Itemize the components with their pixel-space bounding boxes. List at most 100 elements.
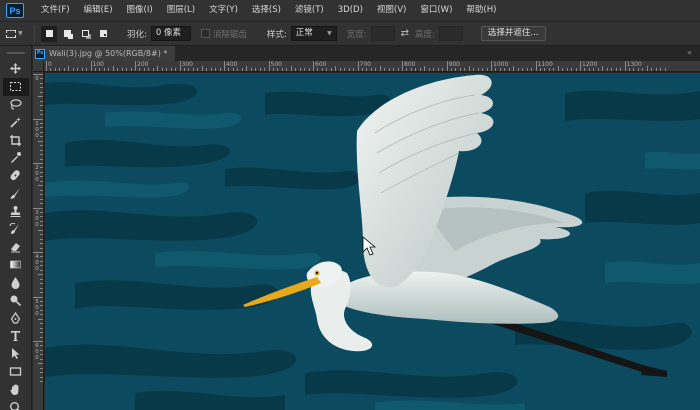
intersect-selection-button[interactable] xyxy=(95,26,111,42)
height-input[interactable] xyxy=(438,26,463,41)
new-selection-button[interactable] xyxy=(41,25,57,42)
antialias-checkbox[interactable] xyxy=(200,29,210,38)
ruler-origin[interactable] xyxy=(33,61,44,72)
tool-preset-picker[interactable]: ▼ xyxy=(6,25,28,42)
ruler-tick xyxy=(40,114,43,116)
menu-item[interactable]: 编辑(E) xyxy=(77,0,120,21)
blur-tool-button[interactable] xyxy=(3,274,29,292)
ruler-tick xyxy=(428,68,430,71)
crop-tool-button[interactable] xyxy=(3,131,29,149)
select-and-mask-button[interactable]: 选择并遮住... xyxy=(480,26,546,41)
ruler-tick xyxy=(268,61,270,71)
style-select[interactable]: 正常 ▼ xyxy=(290,26,337,41)
menu-item[interactable]: 窗口(W) xyxy=(413,0,459,21)
ruler-tick xyxy=(40,225,43,227)
gradient-tool-button[interactable] xyxy=(3,256,29,274)
ruler-tick xyxy=(660,68,662,71)
swap-dimensions-icon[interactable]: ⇄ xyxy=(401,28,409,39)
add-selection-icon xyxy=(63,30,71,37)
ruler-tick xyxy=(637,68,639,71)
menu-item[interactable]: 3D(D) xyxy=(331,0,370,21)
ruler-tick xyxy=(486,68,488,71)
eyedropper-tool-button[interactable] xyxy=(3,149,29,167)
menu-item[interactable]: 帮助(H) xyxy=(459,0,503,21)
ruler-tick xyxy=(201,66,203,71)
add-to-selection-button[interactable] xyxy=(59,26,75,42)
ruler-tick xyxy=(40,354,43,356)
ruler-label: 500 xyxy=(35,298,39,317)
menu-item[interactable]: 文字(Y) xyxy=(202,0,245,21)
ruler-tick xyxy=(40,154,43,156)
ruler-tick xyxy=(40,358,43,360)
width-input[interactable] xyxy=(370,26,395,41)
ruler-tick xyxy=(255,68,257,71)
ruler-tick xyxy=(40,180,43,182)
ruler-tick xyxy=(63,68,65,71)
brush-tool-button[interactable] xyxy=(3,185,29,203)
lasso-tool-button[interactable] xyxy=(3,96,29,114)
vertical-ruler[interactable]: 0 100 200 300 400 500 600 xyxy=(33,72,44,410)
photoshop-logo-icon[interactable]: Ps xyxy=(6,3,24,18)
ruler-tick xyxy=(308,68,310,71)
ruler-tick xyxy=(415,68,417,71)
style-value: 正常 xyxy=(295,28,313,38)
menu-item[interactable]: 文件(F) xyxy=(34,0,77,21)
image-canvas[interactable] xyxy=(45,73,700,410)
menu-item[interactable]: 图像(I) xyxy=(120,0,160,21)
chevron-down-icon: ▼ xyxy=(327,30,332,37)
marquee-tool-button[interactable] xyxy=(2,77,29,96)
ruler-tick xyxy=(197,68,199,71)
ruler-tick xyxy=(370,68,372,71)
path-selection-tool-button[interactable] xyxy=(3,345,29,363)
ruler-tick xyxy=(522,68,524,71)
history-brush-tool-button[interactable] xyxy=(3,220,29,238)
ruler-tick xyxy=(548,68,550,71)
ruler-tick xyxy=(40,149,43,151)
menu-item[interactable]: 视图(V) xyxy=(370,0,413,21)
ruler-label: 100 xyxy=(92,61,104,68)
ruler-tick xyxy=(148,68,150,71)
options-bar: ▼ 羽化: 0 像素 消除锯齿 样式: 正常 ▼ 宽度: ⇄ 高度: 选择并遮住… xyxy=(0,21,700,46)
menu-item[interactable]: 图层(L) xyxy=(160,0,202,21)
rectangle-tool-button[interactable] xyxy=(3,363,29,381)
document-tab[interactable]: Ps Wali(3).jpg @ 50%(RGB/8#) * xyxy=(33,46,176,61)
panel-grip[interactable] xyxy=(6,52,25,54)
menu-item[interactable]: 选择(S) xyxy=(245,0,288,21)
ruler-tick xyxy=(38,140,43,142)
eraser-tool-button[interactable] xyxy=(3,238,29,256)
ruler-label: 300 xyxy=(181,61,193,68)
ruler-tick xyxy=(40,145,43,147)
ruler-tick xyxy=(157,66,159,71)
main-menu: 文件(F) 编辑(E) 图像(I) 图层(L) 文字(Y) 选择(S) 滤镜(T) 3D(D)… xyxy=(34,0,503,21)
ruler-tick xyxy=(375,68,377,71)
ruler-tick xyxy=(40,292,43,294)
healing-brush-tool-button[interactable] xyxy=(3,167,29,185)
ruler-tick xyxy=(588,68,590,71)
ruler-label: 400 xyxy=(226,61,238,68)
ruler-tick xyxy=(175,68,177,71)
zoom-tool-button[interactable] xyxy=(3,398,29,410)
clone-stamp-tool-button[interactable] xyxy=(3,202,29,220)
ruler-tick xyxy=(361,68,363,71)
dodge-tool-button[interactable] xyxy=(3,291,29,309)
ruler-tick xyxy=(33,207,43,209)
ruler-label: 500 xyxy=(270,61,282,68)
pen-tool-button[interactable] xyxy=(3,309,29,327)
ruler-tick xyxy=(299,68,301,71)
subtract-from-selection-button[interactable] xyxy=(77,26,93,42)
move-tool-button[interactable] xyxy=(3,60,29,78)
ruler-tick xyxy=(597,68,599,71)
magic-wand-tool-button[interactable] xyxy=(3,113,29,131)
horizontal-ruler[interactable]: 0 100 200 300 400 500 600 700 800 900 1000 1100 1200… xyxy=(44,61,700,72)
ruler-label: 1200 xyxy=(582,61,598,68)
path-selection-tool-icon xyxy=(9,347,22,360)
ruler-tick xyxy=(446,61,448,71)
feather-input[interactable]: 0 像素 xyxy=(150,26,191,41)
hand-tool-button[interactable] xyxy=(3,380,29,398)
collapse-icon[interactable]: « xyxy=(687,48,692,57)
type-tool-button[interactable] xyxy=(3,327,29,345)
ruler-tick xyxy=(250,68,252,71)
document-title: Wali(3).jpg @ 50%(RGB/8#) * xyxy=(49,49,168,58)
menu-item[interactable]: 滤镜(T) xyxy=(288,0,331,21)
ruler-tick xyxy=(59,68,61,71)
